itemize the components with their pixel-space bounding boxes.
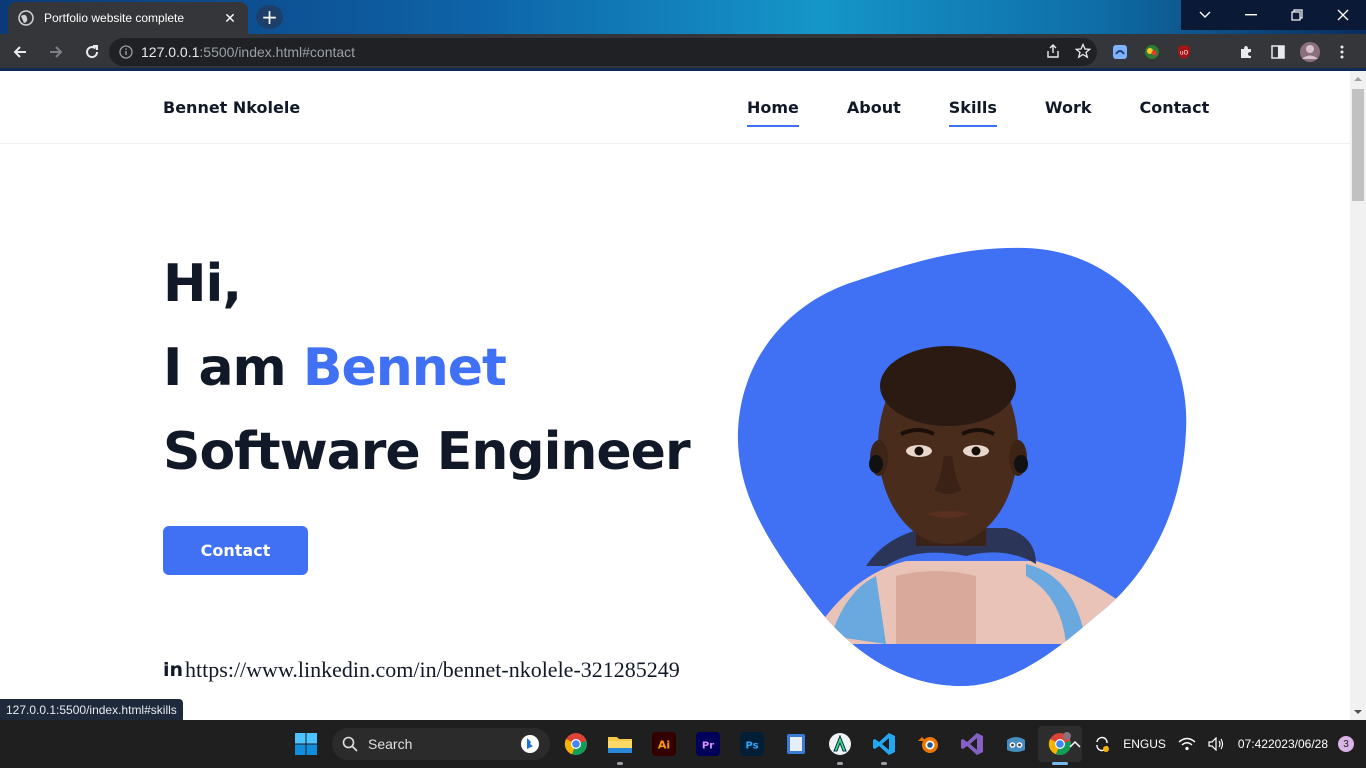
- profile-image: [736, 246, 1188, 688]
- extensions-area: uO: [1108, 38, 1354, 66]
- close-window-icon[interactable]: [1320, 0, 1366, 30]
- sync-icon[interactable]: [1093, 735, 1111, 753]
- hero-heading: Hi, I am Bennet Software Engineer: [163, 242, 691, 494]
- browser-tab[interactable]: Portfolio website complete ✕: [8, 2, 248, 34]
- bookmark-star-icon[interactable]: [1074, 42, 1092, 62]
- nav-link-home[interactable]: Home: [747, 98, 799, 127]
- language-code: ENG: [1123, 737, 1150, 751]
- site-logo[interactable]: Bennet Nkolele: [163, 98, 300, 117]
- hero-intro: I am Bennet: [163, 326, 690, 410]
- nav-link-work[interactable]: Work: [1045, 98, 1092, 127]
- hero-greeting: Hi,: [163, 254, 242, 314]
- taskbar-apps: Search Ai Pr Ps: [284, 726, 1082, 765]
- nav-link-about[interactable]: About: [847, 98, 901, 127]
- puzzle-icon[interactable]: [1234, 40, 1258, 64]
- menu-kebab-icon[interactable]: [1330, 40, 1354, 64]
- illustrator-icon[interactable]: Ai: [642, 726, 686, 762]
- windows-taskbar: Search Ai Pr Ps ENG US 07:42 2023/06/28 …: [0, 720, 1366, 768]
- svg-text:Ps: Ps: [745, 741, 758, 752]
- visual-studio-icon[interactable]: [950, 726, 994, 762]
- reload-icon[interactable]: [76, 36, 108, 68]
- linkedin-icon[interactable]: in: [163, 659, 183, 681]
- nav-link-contact[interactable]: Contact: [1140, 98, 1210, 127]
- extension-icon-1[interactable]: [1108, 40, 1132, 64]
- running-indicator: [837, 762, 843, 765]
- search-icon: [342, 736, 358, 752]
- url-host: 127.0.0.1: [141, 44, 200, 60]
- file-explorer-icon[interactable]: [598, 726, 642, 765]
- site-header: Bennet Nkolele Home About Skills Work Co…: [0, 71, 1350, 144]
- blender-icon[interactable]: [906, 726, 950, 762]
- premiere-icon[interactable]: Pr: [686, 726, 730, 762]
- svg-text:Ai: Ai: [658, 739, 670, 752]
- search-label: Search: [368, 736, 413, 752]
- keyboard-layout: US: [1149, 737, 1166, 751]
- back-icon[interactable]: [4, 36, 36, 68]
- browser-toolbar: 127.0.0.1:5500/index.html#contact uO: [0, 34, 1366, 70]
- scrollbar-thumb[interactable]: [1352, 89, 1364, 201]
- social-links: in https://www.linkedin.com/in/bennet-nk…: [163, 657, 680, 683]
- hero-role: Software Engineer: [163, 422, 691, 482]
- svg-text:uO: uO: [1180, 50, 1189, 57]
- notification-badge[interactable]: 3: [1338, 736, 1354, 752]
- nav-link-skills[interactable]: Skills: [948, 98, 998, 127]
- hero-name: Bennet: [302, 338, 507, 398]
- volume-icon[interactable]: [1208, 737, 1226, 751]
- svg-text:Pr: Pr: [702, 741, 714, 752]
- running-indicator: [881, 762, 887, 765]
- status-bubble: 127.0.0.1:5500/index.html#skills: [0, 699, 183, 720]
- taskbar-search[interactable]: Search: [332, 728, 550, 760]
- new-tab-button[interactable]: +: [256, 5, 283, 29]
- minimize-icon[interactable]: [1228, 0, 1274, 30]
- system-tray: ENG US 07:42 2023/06/28 3: [1063, 720, 1366, 768]
- window-controls: [1182, 0, 1366, 30]
- share-icon[interactable]: [1045, 43, 1061, 62]
- vscode-icon[interactable]: [862, 726, 906, 765]
- photoshop-icon[interactable]: Ps: [730, 726, 774, 762]
- chevron-up-icon[interactable]: [1069, 740, 1081, 748]
- forward-icon[interactable]: [40, 36, 72, 68]
- ublock-shield-icon[interactable]: uO: [1172, 40, 1196, 64]
- omnibox-actions: [1045, 42, 1092, 62]
- tab-search-icon[interactable]: [1182, 0, 1228, 30]
- restore-icon[interactable]: [1274, 0, 1320, 30]
- linkedin-link[interactable]: https://www.linkedin.com/in/bennet-nkole…: [185, 657, 680, 683]
- profile-avatar[interactable]: [1298, 40, 1322, 64]
- main-nav: Home About Skills Work Contact: [747, 98, 1209, 127]
- language-indicator[interactable]: ENG US: [1123, 736, 1166, 752]
- side-panel-icon[interactable]: [1266, 40, 1290, 64]
- site-info-icon[interactable]: [119, 45, 133, 59]
- contact-button[interactable]: Contact: [163, 526, 308, 575]
- notepad-icon[interactable]: [774, 726, 818, 762]
- address-bar[interactable]: 127.0.0.1:5500/index.html#contact: [109, 38, 1097, 66]
- url-path: :5500/index.html#contact: [199, 44, 356, 60]
- tab-title: Portfolio website complete: [44, 11, 185, 25]
- hero-intro-prefix: I am: [163, 338, 303, 398]
- scroll-down-icon[interactable]: [1354, 708, 1362, 716]
- page-viewport: Bennet Nkolele Home About Skills Work Co…: [0, 71, 1350, 720]
- clock-time: 07:42: [1237, 737, 1268, 751]
- browser-tab-bar: Portfolio website complete ✕ +: [0, 0, 1366, 34]
- android-studio-icon[interactable]: [818, 726, 862, 765]
- godot-icon[interactable]: [994, 726, 1038, 762]
- windows-start-icon[interactable]: [284, 726, 328, 762]
- chrome-icon[interactable]: [554, 726, 598, 762]
- vertical-scrollbar[interactable]: [1350, 71, 1366, 720]
- profile-blob: [737, 247, 1187, 686]
- wifi-icon[interactable]: [1178, 737, 1196, 751]
- clock-date: 2023/06/28: [1267, 737, 1328, 751]
- globe-icon: [18, 10, 34, 26]
- running-indicator: [617, 762, 623, 765]
- bing-icon[interactable]: [520, 734, 540, 754]
- clock[interactable]: 07:42 2023/06/28: [1238, 736, 1328, 752]
- close-tab-icon[interactable]: ✕: [222, 10, 238, 26]
- extension-icon-2[interactable]: [1140, 40, 1164, 64]
- scroll-up-icon[interactable]: [1354, 75, 1362, 83]
